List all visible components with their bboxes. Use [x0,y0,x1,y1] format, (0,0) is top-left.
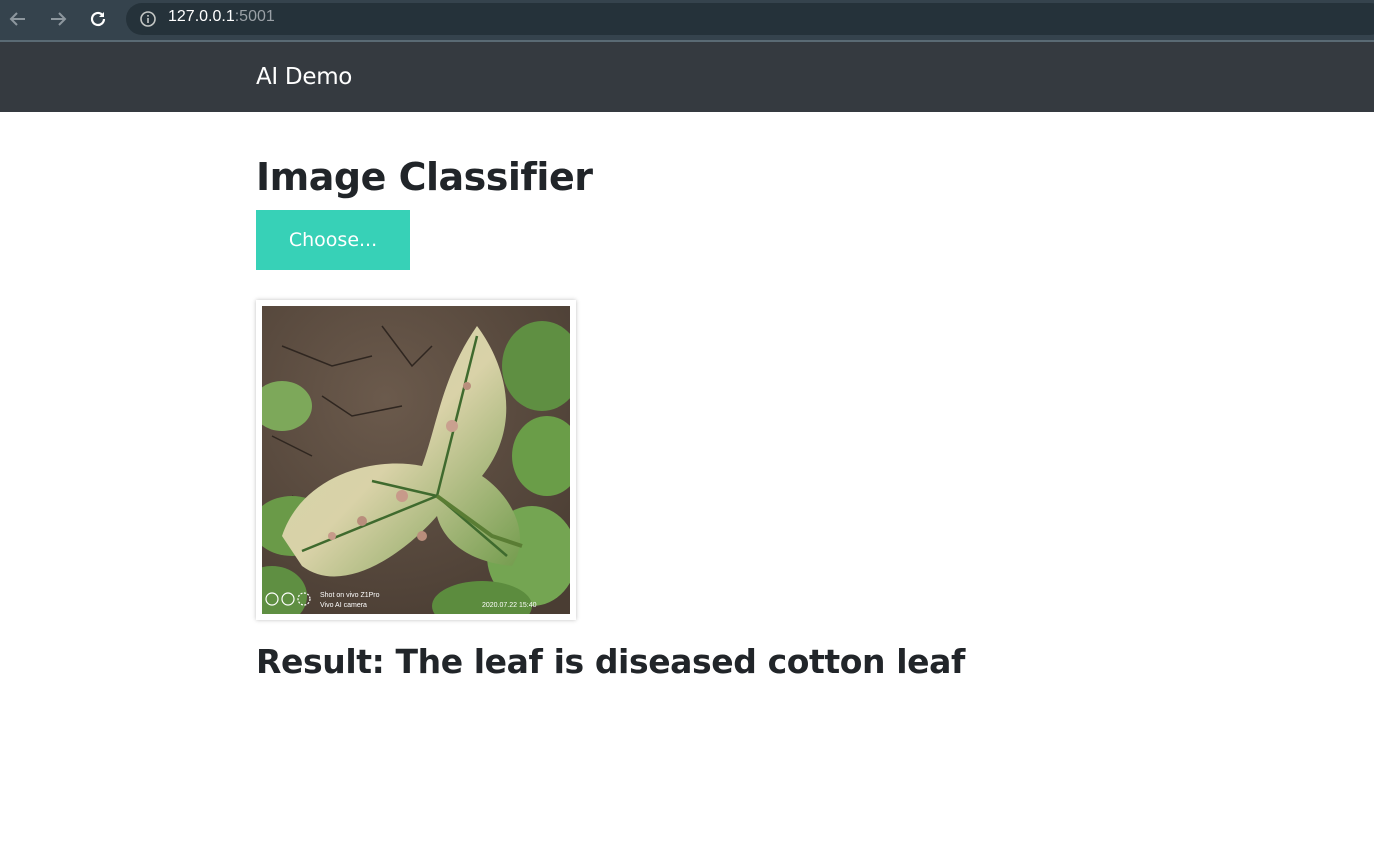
watermark-line2: Vivo AI camera [320,602,367,609]
address-bar[interactable] [126,3,1374,35]
url-host: 127.0.0.1 [168,8,235,25]
info-icon[interactable] [139,10,157,33]
browser-toolbar: 127.0.0.1:5001 [0,0,1374,42]
app-navbar: AI Demo [0,42,1374,112]
url-text[interactable]: 127.0.0.1:5001 [168,8,275,26]
watermark-line1: Shot on vivo Z1Pro [320,592,380,599]
page-title: Image Classifier [256,155,593,199]
forward-arrow-icon[interactable] [45,6,71,32]
back-arrow-icon[interactable] [5,6,31,32]
image-preview: Shot on vivo Z1Pro Vivo AI camera 2020.0… [256,300,576,620]
choose-file-button[interactable]: Choose... [256,210,410,270]
brand-link[interactable]: AI Demo [256,64,352,90]
leaf-photo: Shot on vivo Z1Pro Vivo AI camera 2020.0… [262,306,570,614]
watermark-timestamp: 2020.07.22 15:40 [482,602,537,609]
reload-icon[interactable] [85,6,111,32]
result-text: Result: The leaf is diseased cotton leaf [256,642,965,681]
url-port: :5001 [234,8,275,25]
